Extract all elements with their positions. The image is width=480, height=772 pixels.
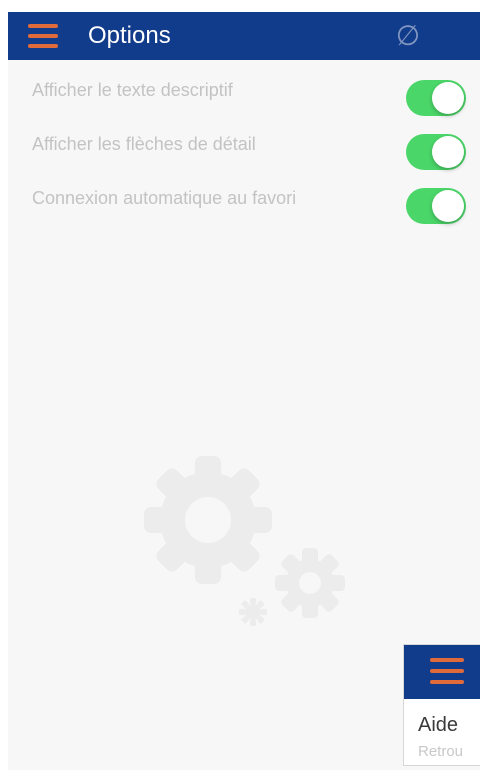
- option-row-detail-arrows: Afficher les flèches de détail: [8, 132, 480, 184]
- hamburger-menu-icon[interactable]: [430, 658, 464, 684]
- toggle-knob: [432, 136, 464, 168]
- option-row-auto-login: Connexion automatique au favori: [8, 186, 480, 238]
- option-label-detail-arrows: Afficher les flèches de détail: [32, 134, 256, 154]
- toggle-descriptive-text[interactable]: [406, 80, 466, 116]
- help-preview-card[interactable]: Aide Retrou: [403, 644, 480, 766]
- hamburger-menu-icon[interactable]: [28, 24, 58, 48]
- toggle-knob: [432, 82, 464, 114]
- app-header: Options ∅: [8, 12, 480, 60]
- toggle-auto-login[interactable]: [406, 188, 466, 224]
- preview-subtitle: Retrou: [418, 743, 464, 760]
- option-label-auto-login: Connexion automatique au favori: [32, 188, 297, 208]
- option-label-descriptive-text: Afficher le texte descriptif: [32, 80, 233, 100]
- empty-set-icon[interactable]: ∅: [393, 20, 423, 52]
- toggle-knob: [432, 190, 464, 222]
- preview-title: Aide: [418, 714, 459, 736]
- toggle-detail-arrows[interactable]: [406, 134, 466, 170]
- preview-header: [404, 645, 480, 699]
- option-row-descriptive-text: Afficher le texte descriptif: [8, 78, 480, 130]
- gears-icon: [144, 456, 345, 626]
- page-title: Options: [88, 22, 171, 49]
